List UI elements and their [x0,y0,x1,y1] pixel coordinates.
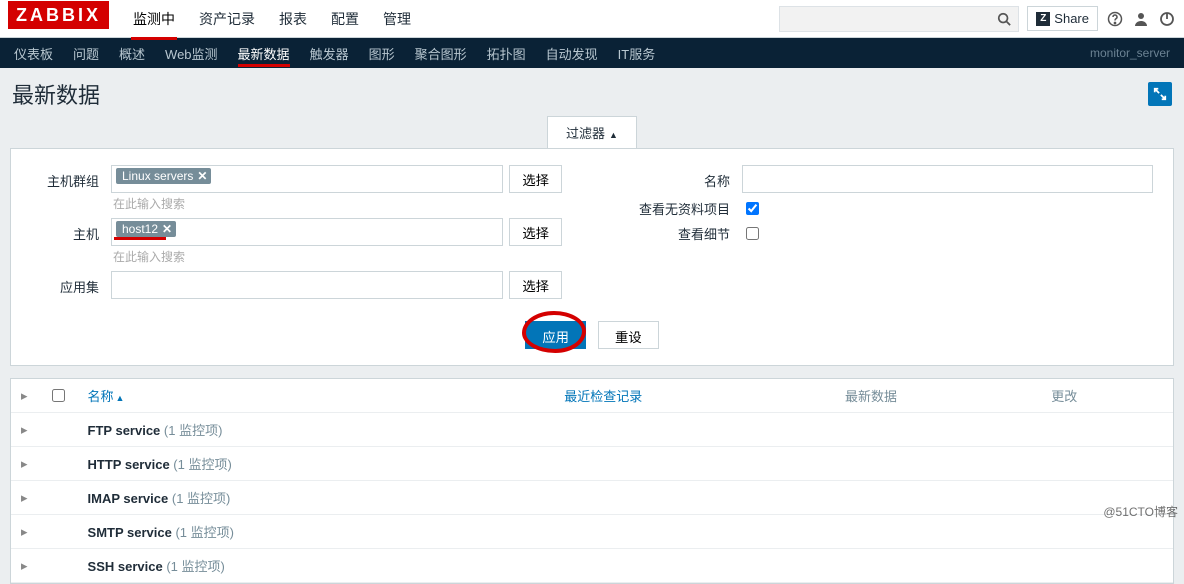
user-icon[interactable] [1132,10,1150,28]
subnav-screens[interactable]: 聚合图形 [405,38,477,69]
label-name: 名称 [622,165,742,190]
filter-tab-wrap: 过滤器▲ [10,116,1174,148]
top-actions: Z Share [779,6,1176,32]
host-groups-multiselect[interactable]: Linux servers ✕ [111,165,503,193]
sub-nav: 仪表板 问题 概述 Web监测 最新数据 触发器 图形 聚合图形 拓扑图 自动发… [0,38,1184,68]
content: 过滤器▲ 主机群组 Linux servers ✕ 在此输入搜索 [0,116,1184,584]
search-icon[interactable] [995,10,1013,28]
expand-row-icon[interactable]: ▸ [11,515,38,549]
field-hosts: 主机 host12 ✕ 在此输入搜索 选择 [31,218,562,265]
expand-row-icon[interactable]: ▸ [11,447,38,481]
show-empty-checkbox[interactable] [746,202,759,215]
filter-actions: 应用 重设 [31,321,1153,349]
label-hosts: 主机 [31,218,111,243]
share-icon: Z [1036,12,1050,26]
label-show-details: 查看细节 [622,224,742,243]
filter-panel: 主机群组 Linux servers ✕ 在此输入搜索 选择 [10,148,1174,366]
field-show-details: 查看细节 [622,224,1153,243]
select-hosts-button[interactable]: 选择 [509,218,562,246]
page-header: 最新数据 [0,68,1184,116]
subnav-latest-data[interactable]: 最新数据 [228,38,300,69]
table-row[interactable]: ▸ FTP service (1 监控项) [11,413,1173,447]
field-application: 应用集 选择 [31,271,562,299]
show-details-checkbox[interactable] [746,227,759,240]
row-name: SSH service (1 监控项) [78,549,555,583]
subnav-graphs[interactable]: 图形 [359,38,405,69]
expand-row-icon[interactable]: ▸ [11,481,38,515]
subnav-web[interactable]: Web监测 [155,38,228,69]
remove-tag-icon[interactable]: ✕ [197,169,207,183]
host-group-tag[interactable]: Linux servers ✕ [116,168,211,184]
page-title: 最新数据 [12,78,100,110]
host-groups-placeholder: 在此输入搜索 [111,193,503,212]
topnav-reports[interactable]: 报表 [267,0,319,38]
select-host-groups-button[interactable]: 选择 [509,165,562,193]
logo: ZABBIX [8,8,109,29]
row-name: HTTP service (1 监控项) [78,447,555,481]
subnav-triggers[interactable]: 触发器 [300,38,359,69]
row-name: FTP service (1 监控项) [78,413,555,447]
field-host-groups: 主机群组 Linux servers ✕ 在此输入搜索 选择 [31,165,562,212]
col-change: 更改 [1041,379,1173,413]
topnav-monitoring[interactable]: 监测中 [121,0,187,38]
table-row[interactable]: ▸ HTTP service (1 监控项) [11,447,1173,481]
logo-text: ZABBIX [8,1,109,29]
label-host-groups: 主机群组 [31,165,111,190]
row-name: IMAP service (1 监控项) [78,481,555,515]
table-row[interactable]: ▸ SMTP service (1 监控项) [11,515,1173,549]
subnav-overview[interactable]: 概述 [109,38,155,69]
label-show-empty: 查看无资料项目 [622,199,742,218]
search-wrap [779,6,1019,32]
table-row[interactable]: ▸ SSH service (1 监控项) [11,549,1173,583]
subnav-maps[interactable]: 拓扑图 [477,38,536,69]
share-label: Share [1054,11,1089,26]
subnav-dashboard[interactable]: 仪表板 [4,38,63,69]
col-name[interactable]: 名称▲ [78,379,555,413]
server-label: monitor_server [1090,46,1180,60]
search-input[interactable] [779,6,1019,32]
field-name: 名称 [622,165,1153,193]
chevron-up-icon: ▲ [609,130,618,140]
reset-button[interactable]: 重设 [598,321,659,349]
expand-row-icon[interactable]: ▸ [11,413,38,447]
field-show-empty: 查看无资料项目 [622,199,1153,218]
name-input[interactable] [742,165,1153,193]
topnav-configuration[interactable]: 配置 [319,0,371,38]
topnav-inventory[interactable]: 资产记录 [187,0,267,38]
remove-tag-icon[interactable]: ✕ [162,222,172,236]
results-table: ▸ 名称▲ 最近检查记录 最新数据 更改 ▸ FTP service (1 监控项… [10,378,1174,584]
subnav-itservices[interactable]: IT服务 [608,38,666,69]
subnav-discovery[interactable]: 自动发现 [536,38,608,69]
host-tag[interactable]: host12 ✕ [116,221,176,237]
share-button[interactable]: Z Share [1027,6,1098,31]
underline-annotation [238,64,290,67]
row-name: SMTP service (1 监控项) [78,515,555,549]
watermark: @51CTO博客 [1103,503,1178,520]
hosts-multiselect[interactable]: host12 ✕ [111,218,503,246]
select-application-button[interactable]: 选择 [509,271,562,299]
topbar: ZABBIX 监测中 资产记录 报表 配置 管理 Z Share [0,0,1184,38]
application-input[interactable] [111,271,503,299]
apply-button[interactable]: 应用 [525,321,586,349]
table-row[interactable]: ▸ IMAP service (1 监控项) [11,481,1173,515]
logout-icon[interactable] [1158,10,1176,28]
top-nav: 监测中 资产记录 报表 配置 管理 [121,0,779,38]
help-icon[interactable] [1106,10,1124,28]
select-all-header[interactable] [38,379,78,413]
fullscreen-button[interactable] [1148,82,1172,106]
label-application: 应用集 [31,271,111,296]
expand-row-icon[interactable]: ▸ [11,549,38,583]
hosts-placeholder: 在此输入搜索 [111,246,503,265]
col-last-data: 最新数据 [835,379,1041,413]
expand-all-header[interactable]: ▸ [11,379,38,413]
sort-asc-icon: ▲ [116,393,125,403]
col-last-check[interactable]: 最近检查记录 [554,379,835,413]
filter-tab[interactable]: 过滤器▲ [547,116,637,148]
subnav-problems[interactable]: 问题 [63,38,109,69]
select-all-checkbox[interactable] [52,389,65,402]
topnav-administration[interactable]: 管理 [371,0,423,38]
